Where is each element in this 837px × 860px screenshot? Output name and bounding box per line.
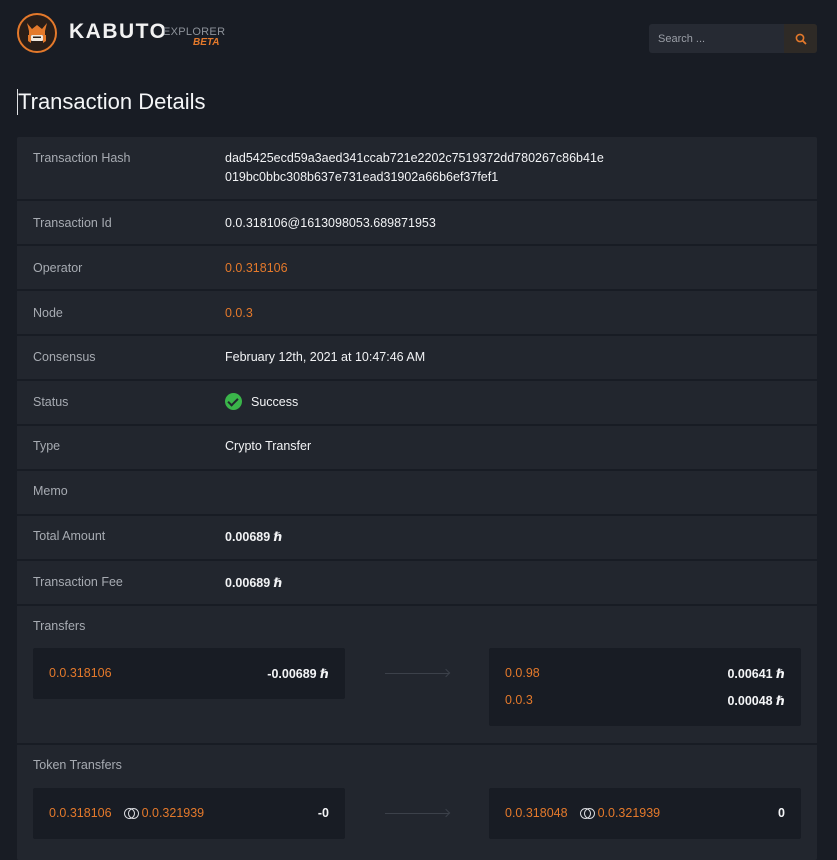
check-circle-icon [225,393,242,410]
transaction-details-panel: Transaction Hash dad5425ecd59a3aed341cca… [17,137,817,860]
transfer-arrow-icon [385,673,449,674]
transfer-to-amount-2: 0.00048 ℏ [727,694,785,708]
type-value: Crypto Transfer [225,439,312,453]
token-icon [123,808,139,819]
header: KABUTO EXPLORER BETA [0,0,837,70]
token-to-token-link[interactable]: 0.0.321939 [598,806,661,820]
status-value: Success [251,394,299,409]
row-transaction-id: Transaction Id 0.0.318106@1613098053.689… [17,201,817,246]
row-consensus: Consensus February 12th, 2021 at 10:47:4… [17,336,817,381]
kabuto-logo-icon[interactable] [17,13,57,53]
token-transfer-to-amount: 0 [778,806,785,820]
samurai-helmet-icon [27,23,47,43]
transfers-label: Transfers [33,619,86,633]
operator-link[interactable]: 0.0.318106 [225,261,288,275]
transfer-to-account-link-1[interactable]: 0.0.98 [505,666,540,680]
transfer-from-box: 0.0.318106 -0.00689 ℏ [33,648,345,699]
token-from-token-link[interactable]: 0.0.321939 [142,806,205,820]
memo-label: Memo [33,484,68,498]
transaction-hash-label: Transaction Hash [33,151,131,165]
token-transfer-to-box: 0.0.318048 0.0.321939 0 [489,788,801,839]
operator-label: Operator [33,261,83,275]
node-label: Node [33,306,63,320]
row-operator: Operator 0.0.318106 [17,246,817,291]
token-transfer-to-line: 0.0.318048 0.0.321939 [505,806,660,820]
brand-beta-badge: BETA [193,37,220,48]
transaction-fee-value: 0.00689 ℏ [225,576,283,590]
total-amount-value: 0.00689 ℏ [225,530,283,544]
token-to-account-link[interactable]: 0.0.318048 [505,806,568,820]
transaction-hash-line-1: dad5425ecd59a3aed341ccab721e2202c7519372… [225,151,604,165]
row-transaction-hash: Transaction Hash dad5425ecd59a3aed341cca… [17,137,817,201]
transaction-id-value: 0.0.318106@1613098053.689871953 [225,216,436,230]
transfers-section: Transfers 0.0.318106 -0.00689 ℏ 0.0.98 0… [17,606,817,745]
token-transfers-label: Token Transfers [33,758,122,772]
search-box [649,24,817,53]
token-icon [579,808,595,819]
search-input[interactable] [649,24,785,53]
type-label: Type [33,439,61,453]
transfer-from-amount: -0.00689 ℏ [267,667,329,681]
row-node: Node 0.0.3 [17,291,817,336]
brand-name[interactable]: KABUTO [69,20,167,44]
row-status: Status Success [17,381,817,426]
consensus-label: Consensus [33,350,96,364]
row-transaction-fee: Transaction Fee 0.00689 ℏ [17,561,817,606]
token-transfer-from-amount: -0 [317,806,329,820]
transfer-to-amount-1: 0.00641 ℏ [727,667,785,681]
transaction-hash-line-2: 019bc0bbc308b637e731ead31902a66b6ef37fef… [225,170,499,184]
token-transfer-from-line: 0.0.318106 0.0.321939 [49,806,204,820]
token-from-account-link[interactable]: 0.0.318106 [49,806,112,820]
page-title: Transaction Details [17,89,206,115]
consensus-value: February 12th, 2021 at 10:47:46 AM [225,350,426,364]
token-transfers-section: Token Transfers 0.0.318106 0.0.321939 -0 … [17,745,817,860]
status-label: Status [33,395,69,409]
transfer-from-account-link[interactable]: 0.0.318106 [49,666,112,680]
transfer-to-account-link-2[interactable]: 0.0.3 [505,693,533,707]
search-button[interactable] [784,24,817,53]
search-icon [795,33,807,45]
row-type: Type Crypto Transfer [17,426,817,471]
total-amount-label: Total Amount [33,529,106,543]
token-transfer-from-box: 0.0.318106 0.0.321939 -0 [33,788,345,839]
transfer-to-box: 0.0.98 0.00641 ℏ 0.0.3 0.00048 ℏ [489,648,801,726]
transaction-hash-value: dad5425ecd59a3aed341ccab721e2202c7519372… [225,149,604,187]
token-transfer-arrow-icon [385,813,449,814]
transaction-fee-label: Transaction Fee [33,575,123,589]
row-total-amount: Total Amount 0.00689 ℏ [17,516,817,561]
transaction-id-label: Transaction Id [33,216,112,230]
row-memo: Memo [17,471,817,516]
status-badge: Success [225,393,298,410]
node-link[interactable]: 0.0.3 [225,306,253,320]
